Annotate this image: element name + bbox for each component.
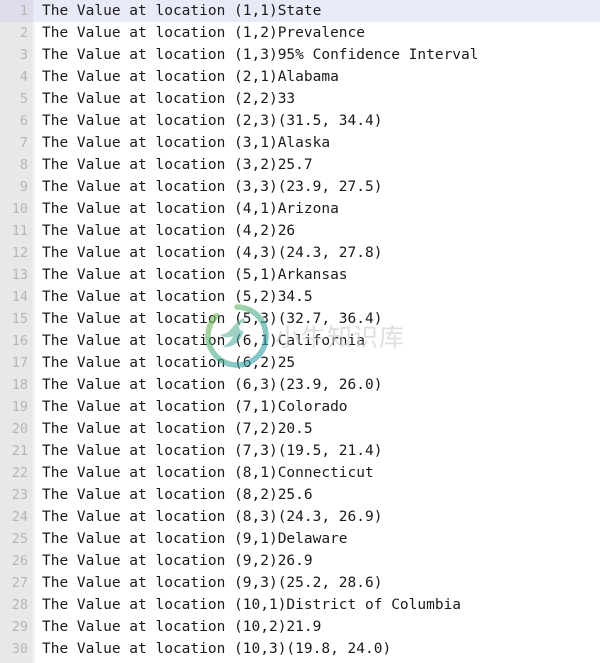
line-number: 19 bbox=[11, 399, 28, 415]
line-number: 22 bbox=[11, 465, 28, 481]
line-text: The Value at location (1,3)95% Confidenc… bbox=[42, 47, 479, 63]
code-line[interactable]: 2 The Value at location (1,2)Prevalence bbox=[0, 22, 600, 44]
line-number: 20 bbox=[11, 421, 28, 437]
code-line[interactable]: 15 The Value at location (5,3)(32.7, 36.4… bbox=[0, 308, 600, 330]
line-text: The Value at location (5,1)Arkansas bbox=[42, 267, 348, 283]
line-text: The Value at location (5,2)34.5 bbox=[42, 289, 313, 305]
line-number: 18 bbox=[11, 377, 28, 393]
line-text: The Value at location (6,2)25 bbox=[42, 355, 296, 371]
code-line[interactable]: 7 The Value at location (3,1)Alaska bbox=[0, 132, 600, 154]
line-text: The Value at location (2,1)Alabama bbox=[42, 69, 339, 85]
line-number: 27 bbox=[11, 575, 28, 591]
line-number: 16 bbox=[11, 333, 28, 349]
code-line[interactable]: 1 The Value at location (1,1)State bbox=[0, 0, 600, 22]
line-number: 10 bbox=[11, 201, 28, 217]
line-number: 8 bbox=[19, 157, 28, 173]
code-line[interactable]: 22 The Value at location (8,1)Connecticut bbox=[0, 462, 600, 484]
line-number: 28 bbox=[11, 597, 28, 613]
line-number: 17 bbox=[11, 355, 28, 371]
code-line[interactable]: 20 The Value at location (7,2)20.5 bbox=[0, 418, 600, 440]
line-number: 1 bbox=[0, 0, 33, 22]
code-line[interactable]: 8 The Value at location (3,2)25.7 bbox=[0, 154, 600, 176]
line-text: The Value at location (7,1)Colorado bbox=[42, 399, 348, 415]
line-number: 24 bbox=[11, 509, 28, 525]
code-lines-container: 1 The Value at location (1,1)State 2 The Va… bbox=[0, 0, 600, 660]
line-number: 11 bbox=[11, 223, 28, 239]
code-line[interactable]: 18 The Value at location (6,3)(23.9, 26.0… bbox=[0, 374, 600, 396]
line-number: 3 bbox=[19, 47, 28, 63]
line-text: The Value at location (7,3)(19.5, 21.4) bbox=[42, 443, 383, 459]
code-line[interactable]: 12 The Value at location (4,3)(24.3, 27.8… bbox=[0, 242, 600, 264]
line-number: 26 bbox=[11, 553, 28, 569]
line-text: The Value at location (3,1)Alaska bbox=[42, 135, 331, 151]
code-line[interactable]: 21 The Value at location (7,3)(19.5, 21.4… bbox=[0, 440, 600, 462]
line-number: 25 bbox=[11, 531, 28, 547]
line-text: The Value at location (4,1)Arizona bbox=[42, 201, 339, 217]
line-number: 5 bbox=[19, 91, 28, 107]
code-line[interactable]: 24 The Value at location (8,3)(24.3, 26.9… bbox=[0, 506, 600, 528]
line-number: 2 bbox=[19, 25, 28, 41]
line-text: The Value at location (6,3)(23.9, 26.0) bbox=[42, 377, 383, 393]
line-text: The Value at location (3,3)(23.9, 27.5) bbox=[42, 179, 383, 195]
line-text: The Value at location (1,2)Prevalence bbox=[42, 25, 366, 41]
line-text: The Value at location (10,1)District of … bbox=[42, 597, 462, 613]
line-text: The Value at location (7,2)20.5 bbox=[42, 421, 313, 437]
line-text: The Value at location (6,1)California bbox=[42, 333, 366, 349]
line-number: 6 bbox=[19, 113, 28, 129]
line-text: The Value at location (8,1)Connecticut bbox=[42, 465, 374, 481]
line-number: 14 bbox=[11, 289, 28, 305]
line-number: 7 bbox=[19, 135, 28, 151]
line-number: 23 bbox=[11, 487, 28, 503]
line-text: The Value at location (5,3)(32.7, 36.4) bbox=[42, 311, 383, 327]
code-line[interactable]: 25 The Value at location (9,1)Delaware bbox=[0, 528, 600, 550]
line-text: The Value at location (3,2)25.7 bbox=[42, 157, 313, 173]
code-line[interactable]: 27 The Value at location (9,3)(25.2, 28.6… bbox=[0, 572, 600, 594]
code-line[interactable]: 14 The Value at location (5,2)34.5 bbox=[0, 286, 600, 308]
code-line[interactable]: 13 The Value at location (5,1)Arkansas bbox=[0, 264, 600, 286]
line-text: The Value at location (9,2)26.9 bbox=[42, 553, 313, 569]
line-number: 21 bbox=[11, 443, 28, 459]
code-line[interactable]: 11 The Value at location (4,2)26 bbox=[0, 220, 600, 242]
line-text: The Value at location (2,2)33 bbox=[42, 91, 296, 107]
code-line[interactable]: 26 The Value at location (9,2)26.9 bbox=[0, 550, 600, 572]
line-number: 9 bbox=[19, 179, 28, 195]
code-line[interactable]: 23 The Value at location (8,2)25.6 bbox=[0, 484, 600, 506]
code-line[interactable]: 3 The Value at location (1,3)95% Confiden… bbox=[0, 44, 600, 66]
code-line[interactable]: 30 The Value at location (10,3)(19.8, 24.… bbox=[0, 638, 600, 660]
line-text: The Value at location (10,3)(19.8, 24.0) bbox=[42, 641, 392, 657]
code-line[interactable]: 29 The Value at location (10,2)21.9 bbox=[0, 616, 600, 638]
line-text: The Value at location (4,2)26 bbox=[42, 223, 296, 239]
code-line[interactable]: 6 The Value at location (2,3)(31.5, 34.4) bbox=[0, 110, 600, 132]
code-line[interactable]: 9 The Value at location (3,3)(23.9, 27.5) bbox=[0, 176, 600, 198]
line-number: 29 bbox=[11, 619, 28, 635]
line-text: The Value at location (9,3)(25.2, 28.6) bbox=[42, 575, 383, 591]
line-number: 15 bbox=[11, 311, 28, 327]
code-line[interactable]: 5 The Value at location (2,2)33 bbox=[0, 88, 600, 110]
code-output-pane[interactable]: 1 The Value at location (1,1)State 2 The Va… bbox=[0, 0, 600, 663]
line-text: The Value at location (8,3)(24.3, 26.9) bbox=[42, 509, 383, 525]
code-line[interactable]: 4 The Value at location (2,1)Alabama bbox=[0, 66, 600, 88]
code-line[interactable]: 17 The Value at location (6,2)25 bbox=[0, 352, 600, 374]
line-number: 4 bbox=[19, 69, 28, 85]
code-line[interactable]: 28 The Value at location (10,1)District o… bbox=[0, 594, 600, 616]
code-line[interactable]: 10 The Value at location (4,1)Arizona bbox=[0, 198, 600, 220]
line-text: The Value at location (10,2)21.9 bbox=[42, 619, 322, 635]
line-text: The Value at location (4,3)(24.3, 27.8) bbox=[42, 245, 383, 261]
line-text: The Value at location (9,1)Delaware bbox=[42, 531, 348, 547]
line-text: The Value at location (1,1)State bbox=[42, 3, 322, 19]
code-line[interactable]: 19 The Value at location (7,1)Colorado bbox=[0, 396, 600, 418]
code-line[interactable]: 16 The Value at location (6,1)California bbox=[0, 330, 600, 352]
line-text: The Value at location (8,2)25.6 bbox=[42, 487, 313, 503]
line-number: 13 bbox=[11, 267, 28, 283]
line-number: 12 bbox=[11, 245, 28, 261]
line-text: The Value at location (2,3)(31.5, 34.4) bbox=[42, 113, 383, 129]
line-number: 30 bbox=[11, 641, 28, 657]
